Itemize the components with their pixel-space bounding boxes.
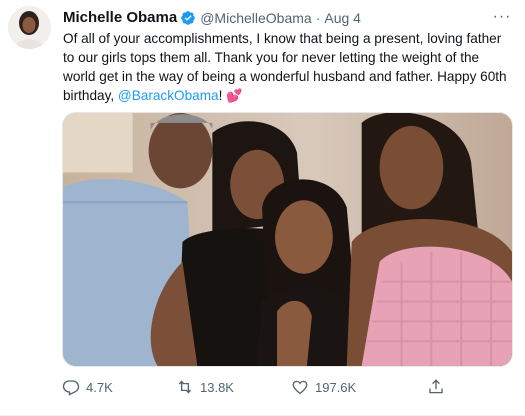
reply-icon — [62, 380, 80, 396]
avatar-image — [8, 6, 51, 49]
tweet-header: Michelle Obama @MichelleObama · Aug 4 — [63, 9, 485, 27]
more-icon[interactable]: ··· — [491, 8, 513, 26]
reply-count: 4.7K — [86, 379, 113, 395]
share-button[interactable] — [427, 378, 445, 396]
like-button[interactable]: 197.6K — [291, 378, 356, 396]
retweet-button[interactable]: 13.8K — [176, 378, 234, 396]
heart-emoji: 💕 — [226, 88, 243, 103]
reply-button[interactable]: 4.7K — [62, 378, 113, 396]
tweet-text: Of all of your accomplishments, I know t… — [63, 29, 513, 105]
mention-link[interactable]: @BarackObama — [118, 88, 219, 103]
avatar[interactable] — [8, 6, 51, 49]
retweet-icon — [178, 380, 192, 394]
author-name[interactable]: Michelle Obama — [63, 9, 177, 27]
share-icon — [429, 379, 443, 394]
retweet-count: 13.8K — [200, 379, 234, 395]
separator-dot: · — [315, 10, 321, 26]
verified-badge-icon — [180, 10, 196, 26]
author-handle[interactable]: @MichelleObama — [200, 9, 311, 27]
family-photo-image — [63, 113, 512, 366]
tweet-actions: 4.7K 13.8K 197.6K — [62, 377, 513, 397]
tweet-photo[interactable] — [62, 112, 513, 367]
like-icon — [292, 380, 308, 395]
tweet-card[interactable]: Michelle Obama @MichelleObama · Aug 4 ··… — [0, 0, 525, 416]
tweet-date[interactable]: Aug 4 — [324, 9, 361, 27]
like-count: 197.6K — [315, 379, 357, 395]
